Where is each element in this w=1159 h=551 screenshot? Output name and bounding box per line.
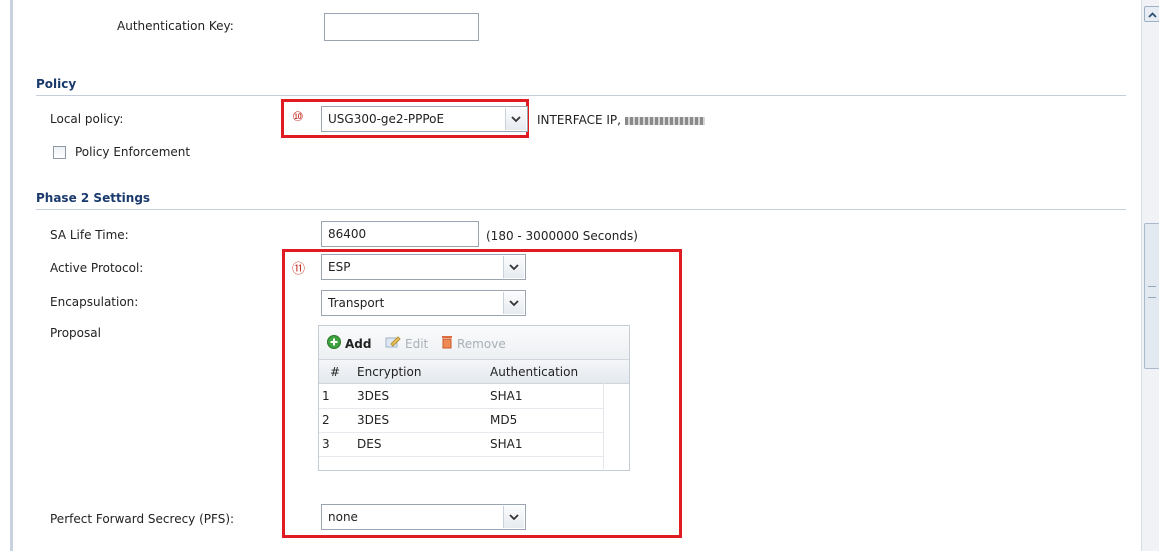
- add-icon: [327, 335, 341, 352]
- encapsulation-select[interactable]: Transport: [321, 290, 526, 316]
- add-button[interactable]: Add: [327, 335, 371, 352]
- add-button-label: Add: [345, 336, 372, 351]
- policy-enforcement-label: Policy Enforcement: [75, 145, 191, 159]
- policy-section-divider: [36, 95, 1126, 96]
- column-header-number[interactable]: #: [330, 365, 340, 379]
- pfs-select[interactable]: none: [321, 504, 526, 530]
- column-header-encryption[interactable]: Encryption: [357, 365, 421, 379]
- pfs-label: Perfect Forward Secrecy (PFS):: [50, 512, 235, 526]
- proposal-grid-header: # Encryption Authentication: [319, 360, 629, 384]
- proposal-toolbar: Add Edit Remove: [319, 326, 629, 360]
- chevron-down-icon: [503, 292, 524, 314]
- step-marker-11: ⑪: [292, 262, 306, 277]
- remove-button[interactable]: Remove: [441, 335, 506, 352]
- sa-life-time-hint: (180 - 3000000 Seconds): [486, 229, 638, 243]
- vertical-scrollbar[interactable]: [1141, 0, 1159, 551]
- edit-button-label: Edit: [405, 336, 429, 351]
- row-encryption: 3DES: [357, 413, 390, 427]
- active-protocol-label: Active Protocol:: [50, 261, 144, 275]
- table-row[interactable]: 1 3DES SHA1: [319, 384, 603, 409]
- row-authentication: SHA1: [490, 389, 523, 403]
- local-policy-select[interactable]: USG300-ge2-PPPoE: [321, 106, 528, 132]
- local-policy-label: Local policy:: [50, 112, 124, 126]
- phase2-section-divider: [36, 209, 1126, 210]
- sa-life-time-input[interactable]: 86400: [321, 221, 479, 247]
- scroll-grip: [1148, 286, 1156, 298]
- row-number: 2: [322, 413, 330, 427]
- pfs-value: none: [328, 510, 358, 524]
- policy-section-title: Policy: [36, 77, 77, 91]
- column-header-authentication[interactable]: Authentication: [490, 365, 578, 379]
- active-protocol-value: ESP: [328, 260, 351, 274]
- row-authentication: MD5: [490, 413, 518, 427]
- proposal-label: Proposal: [50, 326, 101, 340]
- scroll-thumb[interactable]: [1144, 223, 1159, 369]
- chevron-down-icon: [505, 108, 526, 130]
- local-policy-value: USG300-ge2-PPPoE: [328, 112, 445, 126]
- row-authentication: SHA1: [490, 437, 523, 451]
- row-encryption: DES: [357, 437, 382, 451]
- row-number: 1: [322, 389, 330, 403]
- table-row[interactable]: 3 DES SHA1: [319, 432, 603, 457]
- edit-button[interactable]: Edit: [385, 335, 428, 352]
- sa-life-time-label: SA Life Time:: [50, 228, 129, 242]
- chevron-down-icon: [503, 506, 524, 528]
- table-row[interactable]: 2 3DES MD5: [319, 408, 603, 433]
- chevron-down-icon: [503, 256, 524, 278]
- policy-enforcement-checkbox[interactable]: [53, 146, 66, 159]
- remove-button-label: Remove: [457, 336, 506, 351]
- active-protocol-select[interactable]: ESP: [321, 254, 526, 280]
- redacted-ip-address: [624, 116, 705, 125]
- row-number: 3: [322, 437, 330, 451]
- interface-ip-label: INTERFACE IP,: [537, 113, 621, 127]
- arrow-up-icon: [1147, 7, 1157, 21]
- grid-column-separator: [603, 383, 604, 469]
- row-encryption: 3DES: [357, 389, 390, 403]
- encapsulation-value: Transport: [328, 296, 385, 310]
- proposal-grid: Add Edit Remove # Encryption Authenticat…: [318, 325, 630, 471]
- authentication-key-label: Authentication Key:: [117, 19, 234, 33]
- left-border: [10, 0, 13, 551]
- encapsulation-label: Encapsulation:: [50, 295, 139, 309]
- authentication-key-input[interactable]: [324, 13, 479, 41]
- phase2-section-title: Phase 2 Settings: [36, 191, 151, 205]
- interface-ip-text: INTERFACE IP,: [537, 113, 705, 127]
- edit-icon: [385, 335, 401, 352]
- step-marker-10: ⑩: [292, 110, 304, 125]
- trash-icon: [441, 335, 453, 352]
- scroll-up-button[interactable]: [1144, 6, 1159, 22]
